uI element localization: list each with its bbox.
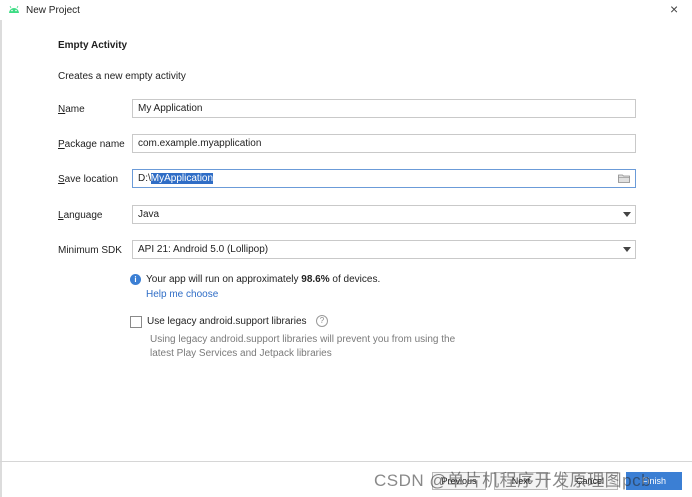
language-dropdown[interactable]: Java — [132, 205, 636, 224]
help-me-choose-link[interactable]: Help me choose — [146, 289, 218, 300]
previous-button[interactable]: Previous — [432, 472, 486, 490]
name-label: Name — [58, 104, 85, 115]
selected-text: MyApplication — [150, 173, 214, 184]
cancel-button[interactable]: Cancel — [562, 472, 618, 490]
package-name-field[interactable]: com.example.myapplication — [132, 134, 636, 153]
footer-divider — [0, 461, 692, 462]
folder-icon[interactable] — [618, 174, 630, 183]
language-label: Language — [58, 210, 103, 221]
window-title: New Project — [26, 5, 80, 16]
page-title: Empty Activity — [58, 40, 128, 51]
close-icon[interactable]: × — [670, 2, 678, 16]
legacy-support-description: Using legacy android.support libraries w… — [150, 334, 456, 359]
info-icon: i — [130, 274, 141, 285]
legacy-support-label[interactable]: Use legacy android.support libraries — [147, 316, 307, 327]
minimum-sdk-label: Minimum SDK — [58, 245, 122, 256]
finish-button[interactable]: Finish — [626, 472, 682, 490]
save-location-label: Save location — [58, 174, 119, 185]
next-button[interactable]: Next — [494, 472, 548, 490]
device-coverage-text: Your app will run on approximately 98.6%… — [146, 274, 381, 285]
package-name-label: Package name — [58, 139, 125, 150]
save-location-field[interactable]: D:\MyApplication — [132, 169, 636, 188]
android-icon — [9, 5, 19, 13]
legacy-support-checkbox[interactable] — [130, 316, 142, 328]
chevron-down-icon — [623, 212, 631, 217]
chevron-down-icon — [623, 247, 631, 252]
name-field[interactable]: My Application — [132, 99, 636, 118]
minimum-sdk-dropdown[interactable]: API 21: Android 5.0 (Lollipop) — [132, 240, 636, 259]
title-bar: New Project × — [0, 0, 692, 22]
question-icon[interactable]: ? — [316, 315, 328, 327]
page-description: Creates a new empty activity — [58, 71, 186, 82]
window-edge — [0, 20, 2, 497]
